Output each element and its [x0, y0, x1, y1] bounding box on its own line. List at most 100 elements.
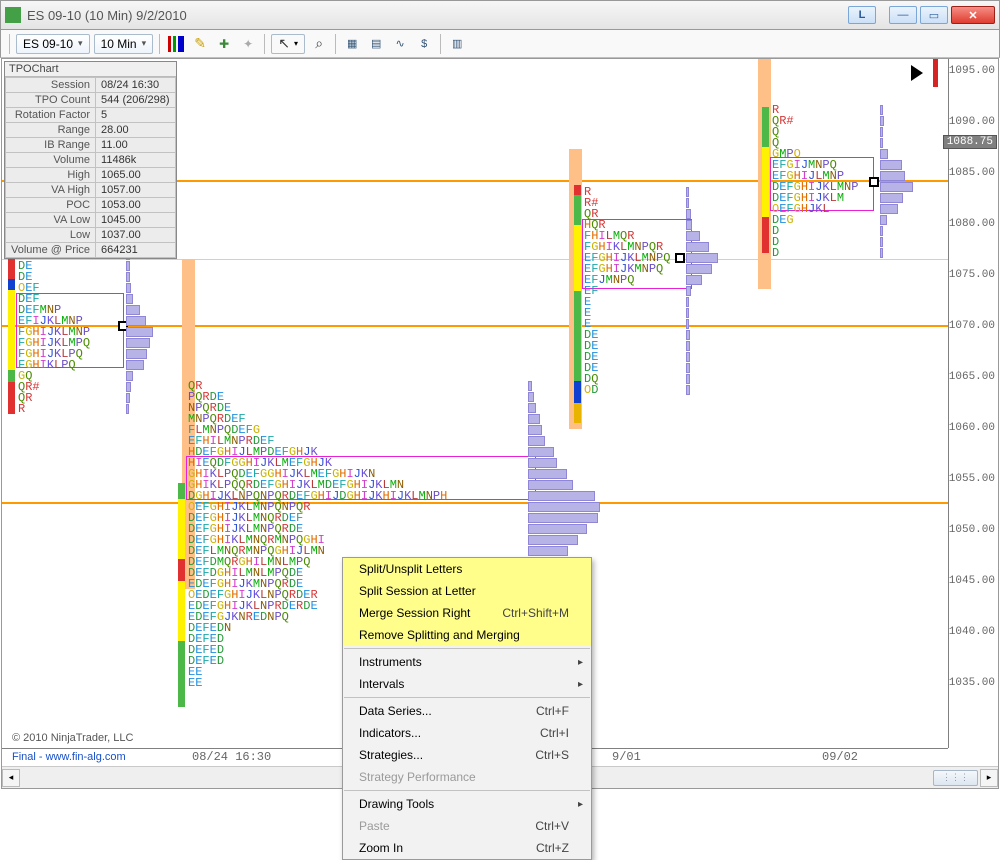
- tpo-panel-title: TPOChart: [5, 62, 176, 77]
- candle-icon: [168, 36, 184, 52]
- toolbar-separator: [335, 34, 336, 54]
- session-0902: R QR# Q Q GMPO EFGIJMNPQ EFGHIJLMNP DEFG…: [762, 59, 947, 748]
- stat-value: 1065.00: [96, 168, 176, 183]
- tpo-stats-table: Session08/24 16:30TPO Count544 (206/298)…: [5, 77, 176, 258]
- menu-item-label: Drawing Tools: [359, 797, 434, 811]
- stat-label: IB Range: [6, 138, 96, 153]
- menu-item-shortcut: Ctrl+S: [535, 748, 569, 762]
- context-menu-item[interactable]: Remove Splitting and Merging: [343, 624, 591, 646]
- menu-item-label: Strategy Performance: [359, 770, 476, 784]
- context-menu-item[interactable]: Data Series...Ctrl+F: [343, 700, 591, 722]
- stat-label: Volume: [6, 153, 96, 168]
- last-price-marker: 1088.75: [943, 135, 997, 149]
- menu-item-label: Merge Session Right: [359, 606, 470, 620]
- properties-button[interactable]: ▥: [447, 34, 467, 54]
- stat-label: TPO Count: [6, 93, 96, 108]
- price-tick: 1065.00: [949, 371, 995, 383]
- price-tick: 1080.00: [949, 218, 995, 230]
- minimize-button[interactable]: —: [889, 6, 917, 24]
- context-menu-item[interactable]: Split/Unsplit Letters: [343, 558, 591, 580]
- menu-item-shortcut: Ctrl+Shift+M: [502, 606, 569, 620]
- price-tick: 1070.00: [949, 320, 995, 332]
- stat-value: 1057.00: [96, 183, 176, 198]
- data-button[interactable]: ▦: [342, 34, 362, 54]
- window-title: ES 09-10 (10 Min) 9/2/2010: [27, 8, 845, 23]
- footer-link[interactable]: Final - www.fin-alg.com: [12, 751, 126, 763]
- stat-label: Low: [6, 228, 96, 243]
- stat-label: Range: [6, 123, 96, 138]
- tpo-letters: DE DE DE DE OEF DEF DEFMNP EFIJKLMNP FGH…: [18, 239, 90, 415]
- context-menu: Split/Unsplit Letters Split Session at Le…: [342, 557, 592, 860]
- price-tick: 1090.00: [949, 116, 995, 128]
- tpo-stats-panel: TPOChart Session08/24 16:30TPO Count544 …: [4, 61, 177, 259]
- scroll-right-button[interactable]: ▸: [980, 769, 998, 787]
- time-tick: 9/01: [612, 750, 641, 764]
- pointer-dropdown[interactable]: ▾: [271, 34, 305, 54]
- price-tick: 1050.00: [949, 524, 995, 536]
- tpo-letters: R QR# Q Q GMPO EFGIJMNPQ EFGHIJLMNP DEFG…: [772, 105, 858, 259]
- context-menu-item[interactable]: Zoom In Ctrl+Z: [343, 837, 591, 859]
- price-tick: 1095.00: [949, 65, 995, 77]
- context-menu-item[interactable]: Indicators...Ctrl+I: [343, 722, 591, 744]
- context-menu-item[interactable]: Split Session at Letter: [343, 580, 591, 602]
- menu-item-label: Paste: [359, 819, 390, 833]
- context-menu-item: Paste Ctrl+V: [343, 815, 591, 837]
- context-menu-item[interactable]: Instruments: [343, 651, 591, 673]
- menu-item-shortcut: Ctrl+Z: [536, 841, 569, 855]
- add-button[interactable]: [214, 34, 234, 54]
- stat-value: 1045.00: [96, 213, 176, 228]
- dollar-button[interactable]: $: [414, 34, 434, 54]
- menu-item-shortcut: Ctrl+F: [536, 704, 569, 718]
- price-axis: 1095.00 1090.00 1085.00 1080.00 1075.00 …: [948, 59, 998, 748]
- menu-item-shortcut: Ctrl+I: [540, 726, 569, 740]
- close-button[interactable]: ✕: [951, 6, 995, 24]
- toolbar-separator: [440, 34, 441, 54]
- price-tick: 1040.00: [949, 626, 995, 638]
- app-icon: [5, 7, 21, 23]
- stat-value: 664231: [96, 243, 176, 258]
- stat-label: Rotation Factor: [6, 108, 96, 123]
- stat-label: Session: [6, 78, 96, 93]
- stat-value: 08/24 16:30: [96, 78, 176, 93]
- zoom-button[interactable]: [309, 34, 329, 54]
- menu-item-label: Zoom In: [359, 841, 403, 855]
- price-tick: 1035.00: [949, 677, 995, 689]
- maximize-button[interactable]: ▭: [920, 6, 948, 24]
- stat-label: VA Low: [6, 213, 96, 228]
- stat-value: 11486k: [96, 153, 176, 168]
- context-menu-item[interactable]: Intervals: [343, 673, 591, 695]
- price-tick: 1075.00: [949, 269, 995, 281]
- window-link-button[interactable]: L: [848, 6, 876, 24]
- toolbar-separator: [159, 34, 160, 54]
- window-titlebar: ES 09-10 (10 Min) 9/2/2010 L — ▭ ✕: [0, 0, 1000, 30]
- chartstyle-button[interactable]: [166, 34, 186, 54]
- context-menu-item[interactable]: Drawing Tools: [343, 793, 591, 815]
- interval-dropdown[interactable]: 10 Min: [94, 34, 154, 54]
- scroll-thumb[interactable]: ⋮⋮⋮: [933, 770, 978, 786]
- context-menu-item[interactable]: Strategies...Ctrl+S: [343, 744, 591, 766]
- price-tick: 1045.00: [949, 575, 995, 587]
- tpo-letters: R R# QR HQR FHILMQR FGHIKLMNPQR EFGHIJKL…: [584, 187, 670, 396]
- price-tick: 1060.00: [949, 422, 995, 434]
- menu-item-label: Split/Unsplit Letters: [359, 562, 462, 576]
- context-menu-item[interactable]: Merge Session Right Ctrl+Shift+M: [343, 602, 591, 624]
- interval-value: 10 Min: [101, 37, 137, 51]
- poc-marker: [869, 177, 879, 187]
- stat-value: 11.00: [96, 138, 176, 153]
- chart2-button[interactable]: ▤: [366, 34, 386, 54]
- poc-marker: [675, 253, 685, 263]
- indicator-button[interactable]: ∿: [390, 34, 410, 54]
- wand-button[interactable]: [238, 34, 258, 54]
- draw-button[interactable]: [190, 34, 210, 54]
- menu-item-shortcut: Ctrl+V: [535, 819, 569, 833]
- menu-item-label: Intervals: [359, 677, 404, 691]
- menu-item-label: Instruments: [359, 655, 422, 669]
- menu-item-label: Remove Splitting and Merging: [359, 628, 520, 642]
- stat-value: 1053.00: [96, 198, 176, 213]
- symbol-dropdown[interactable]: ES 09-10: [16, 34, 90, 54]
- scroll-left-button[interactable]: ◂: [2, 769, 20, 787]
- menu-item-label: Split Session at Letter: [359, 584, 476, 598]
- stat-label: POC: [6, 198, 96, 213]
- stat-value: 28.00: [96, 123, 176, 138]
- chart-area[interactable]: 1095.00 1090.00 1085.00 1080.00 1075.00 …: [1, 58, 999, 789]
